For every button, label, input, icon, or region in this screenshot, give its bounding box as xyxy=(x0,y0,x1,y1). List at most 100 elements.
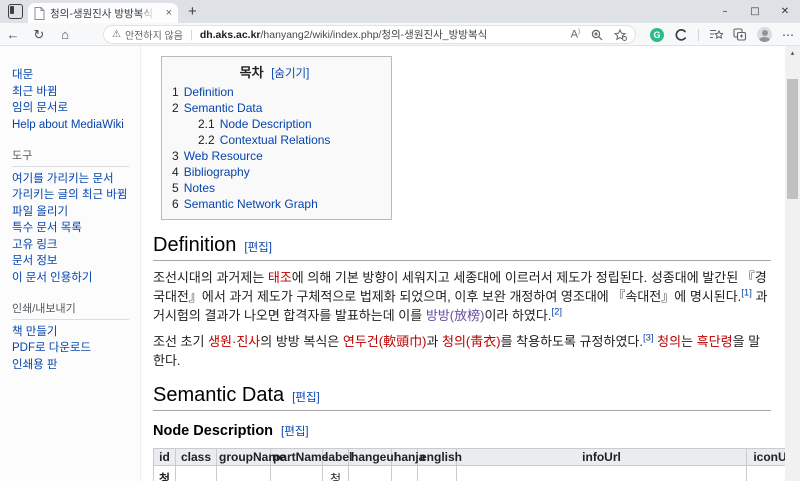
sidebar-item-special-pages[interactable]: 특수 문서 목록 xyxy=(12,221,139,236)
wiki-link[interactable]: 청의(靑衣) xyxy=(442,334,501,349)
more-menu-icon[interactable]: ⋯ xyxy=(782,28,794,42)
sidebar-item-upload-file[interactable]: 파일 올리기 xyxy=(12,205,139,220)
toc-title: 목차 xyxy=(240,65,264,80)
new-tab-button[interactable]: + xyxy=(188,3,197,21)
text-segment: 를 착용하도록 규정하였다. xyxy=(501,334,643,349)
sidebar-item-help[interactable]: Help about MediaWiki xyxy=(12,118,139,133)
address-bar-icons: A) xyxy=(571,29,627,41)
maximize-button[interactable]: □ xyxy=(740,0,770,23)
edit-section-link[interactable]: [편집] xyxy=(292,392,320,404)
page-favicon-icon xyxy=(34,7,45,20)
tab-title: 청의-생원진사 방방복식 - hanya xyxy=(50,6,155,21)
cell-id: 청 의- 생 xyxy=(154,466,176,481)
read-aloud-icon[interactable]: A) xyxy=(571,29,580,41)
toc-item[interactable]: 4Bibliography xyxy=(172,164,377,180)
toc-item[interactable]: 2Semantic Data xyxy=(172,100,377,116)
url-text: dh.aks.ac.kr/hanyang2/wiki/index.php/청의-… xyxy=(200,27,487,42)
toc-item[interactable]: 2.1Node Description xyxy=(172,116,377,132)
text-segment: 과 xyxy=(426,334,442,349)
browser-toolbar: ← ↻ ⌂ ⚠ 안전하지 않음 | dh.aks.ac.kr/hanyang2/… xyxy=(0,23,800,46)
wiki-link[interactable]: 흑단령 xyxy=(697,334,733,349)
tab-actions-icon[interactable] xyxy=(8,4,23,19)
sidebar-item-random-page[interactable]: 임의 문서로 xyxy=(12,101,139,116)
cell-hanja xyxy=(392,466,418,481)
toc-list: 1Definition 2Semantic Data 2.1Node Descr… xyxy=(172,84,377,212)
security-chip[interactable]: ⚠ 안전하지 않음 xyxy=(112,27,183,42)
column-header-groupname: groupName xyxy=(217,449,271,466)
column-header-infourl: infoUrl xyxy=(457,449,747,466)
sidebar-item-create-book[interactable]: 책 만들기 xyxy=(12,325,139,340)
sidebar-tools-header: 도구 xyxy=(12,147,139,163)
toc-item[interactable]: 3Web Resource xyxy=(172,148,377,164)
zoom-icon[interactable] xyxy=(591,29,603,41)
address-bar[interactable]: ⚠ 안전하지 않음 | dh.aks.ac.kr/hanyang2/wiki/i… xyxy=(103,25,636,44)
column-header-id: id xyxy=(154,449,176,466)
extensions-area: G ⋯ xyxy=(650,23,794,46)
web-capture-icon[interactable] xyxy=(733,28,747,41)
toc-item[interactable]: 2.2Contextual Relations xyxy=(172,132,377,148)
sidebar-print-header: 인쇄/내보내기 xyxy=(12,300,139,316)
reference-link[interactable]: [1] xyxy=(741,288,752,299)
sidebar-item-recent-changes[interactable]: 최근 바뀜 xyxy=(12,85,139,100)
cell-english xyxy=(418,466,457,481)
chip-separator: | xyxy=(190,29,193,41)
cell-partname xyxy=(271,466,323,481)
reference-link[interactable]: [2] xyxy=(551,307,562,318)
wiki-link[interactable]: 연두건(軟頭巾) xyxy=(343,334,427,349)
toc-item[interactable]: 1Definition xyxy=(172,84,377,100)
cell-hangeul xyxy=(349,466,392,481)
sidebar-item-permanent-link[interactable]: 고유 링크 xyxy=(12,238,139,253)
scrollbar-up-arrow-icon[interactable]: ▴ xyxy=(785,46,800,60)
extension-c-icon[interactable] xyxy=(674,28,688,42)
back-button[interactable]: ← xyxy=(0,28,26,41)
section-heading-definition: Definition[편집] xyxy=(153,234,771,261)
table-of-contents: 목차 [숨기기] 1Definition 2Semantic Data 2.1N… xyxy=(161,56,392,220)
definition-paragraph-2: 조선 초기 생원·진사의 방방 복식은 연두건(軟頭巾)과 청의(靑衣)를 착용… xyxy=(153,332,771,370)
sidebar-item-related-changes[interactable]: 가리키는 글의 최근 바뀜 xyxy=(12,188,139,203)
wiki-link[interactable]: 태조 xyxy=(268,270,292,285)
sidebar-item-printable-version[interactable]: 인쇄용 판 xyxy=(12,358,139,373)
definition-paragraph-1: 조선시대의 과거제는 태조에 의해 기본 방향이 세워지고 세종대에 이르러서 … xyxy=(153,268,771,325)
scrollbar-thumb[interactable] xyxy=(787,79,798,199)
sidebar-divider xyxy=(12,319,129,320)
grammarly-extension-icon[interactable]: G xyxy=(650,28,664,42)
text-segment: 의 방방 복식은 xyxy=(260,334,343,349)
url-domain: dh.aks.ac.kr xyxy=(200,29,261,41)
column-header-hanja: hanja xyxy=(392,449,418,466)
wiki-link[interactable]: 생원·진사 xyxy=(208,334,260,349)
warning-icon: ⚠ xyxy=(112,29,121,40)
text-segment: 조선시대의 과거제는 xyxy=(153,270,268,285)
toc-item[interactable]: 5Notes xyxy=(172,180,377,196)
cell-infourl xyxy=(457,466,747,481)
toc-hide-link[interactable]: [숨기기] xyxy=(271,68,309,80)
page-scrollbar[interactable]: ▴ xyxy=(785,46,800,481)
column-header-class: class xyxy=(176,449,217,466)
refresh-button[interactable]: ↻ xyxy=(26,28,52,41)
wiki-link[interactable]: 청의 xyxy=(657,334,681,349)
cell-class xyxy=(176,466,217,481)
close-button[interactable]: ✕ xyxy=(770,0,800,23)
edit-section-link[interactable]: [편집] xyxy=(281,426,309,438)
favorites-icon[interactable] xyxy=(614,29,627,41)
tab-close-icon[interactable]: × xyxy=(166,8,172,19)
browser-tab[interactable]: 청의-생원진사 방방복식 - hanya × xyxy=(28,3,178,23)
sidebar-item-cite-page[interactable]: 이 문서 인용하기 xyxy=(12,271,139,286)
collections-icon[interactable] xyxy=(709,28,723,41)
profile-avatar[interactable] xyxy=(757,27,772,42)
text-segment: 이라 하였다. xyxy=(484,308,551,323)
sidebar-item-main-page[interactable]: 대문 xyxy=(12,68,139,83)
section-heading-semantic-data: Semantic Data[편집] xyxy=(153,384,771,411)
text-segment: 조선 초기 xyxy=(153,334,208,349)
sidebar-item-what-links-here[interactable]: 여기를 가리키는 문서 xyxy=(12,172,139,187)
sidebar-item-download-pdf[interactable]: PDF로 다운로드 xyxy=(12,341,139,356)
edit-section-link[interactable]: [편집] xyxy=(244,242,272,254)
home-button[interactable]: ⌂ xyxy=(52,28,78,41)
minimize-button[interactable]: – xyxy=(710,0,740,23)
sidebar-item-page-info[interactable]: 문서 정보 xyxy=(12,254,139,269)
toc-item[interactable]: 6Semantic Network Graph xyxy=(172,196,377,212)
column-header-hangeul: hangeul xyxy=(349,449,392,466)
table-row: 청 의- 생 청 의- 생원 xyxy=(154,466,800,481)
reference-link[interactable]: [3] xyxy=(643,333,654,344)
wiki-link[interactable]: 방방(放榜) xyxy=(426,308,485,323)
column-header-english: english xyxy=(418,449,457,466)
